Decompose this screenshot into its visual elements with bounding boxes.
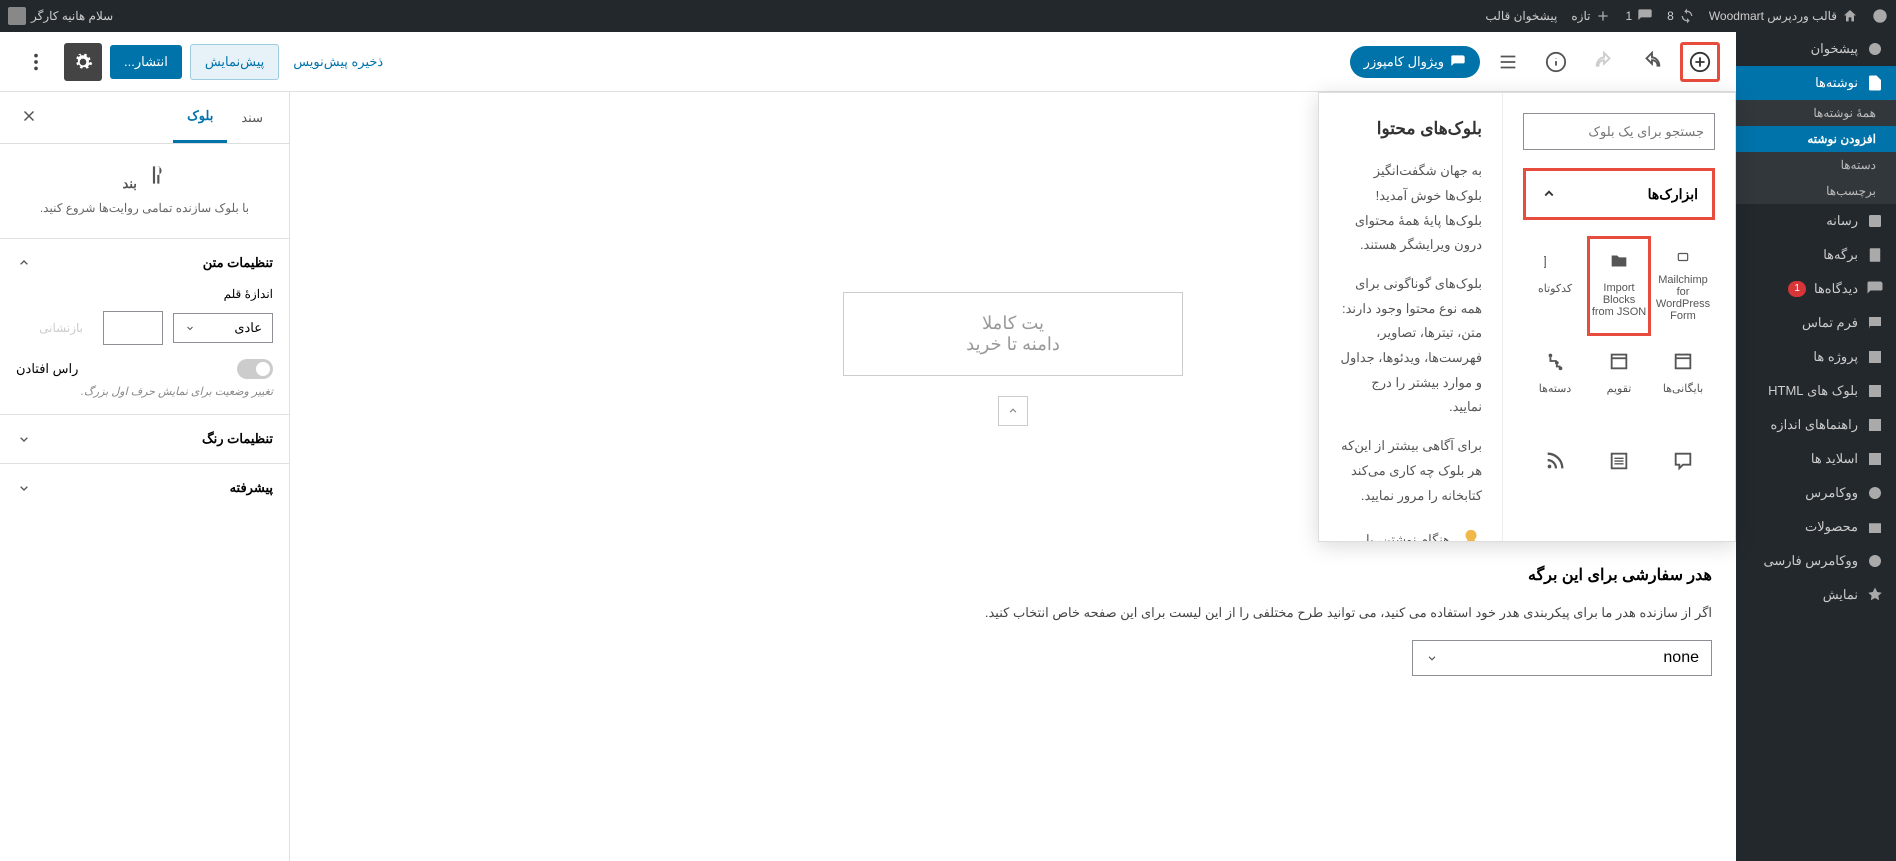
admin-sidebar: پیشخوان نوشته‌ها همۀ نوشته‌ها افزودن نوش… <box>1736 32 1896 861</box>
tab-block[interactable]: بلوک <box>173 92 227 143</box>
tip-icon <box>1460 528 1482 541</box>
settings-gear-button[interactable] <box>64 43 102 81</box>
header-select[interactable]: none <box>1412 640 1712 676</box>
text-settings-panel: تنظیمات متن اندازهٔ قلم عادی بازنشانی را… <box>0 238 289 414</box>
block-calendar[interactable]: تقویم <box>1587 336 1651 436</box>
menu-media[interactable]: رسانه <box>1736 204 1896 238</box>
text-settings-toggle[interactable]: تنظیمات متن <box>0 239 289 287</box>
advanced-toggle[interactable]: پیشرفته <box>0 464 289 512</box>
redo-button[interactable] <box>1584 42 1624 82</box>
comments-count[interactable]: 1 <box>1625 8 1653 24</box>
user-greeting[interactable]: سلام هانیه کارگر <box>8 7 113 25</box>
more-menu-button[interactable] <box>16 42 56 82</box>
sub-tags[interactable]: برچسب‌ها <box>1736 178 1896 204</box>
advanced-panel: پیشرفته <box>0 463 289 512</box>
site-home[interactable]: قالب وردپرس Woodmart <box>1709 8 1858 24</box>
post-title-input[interactable]: یت کاملا دامنه تا خرید <box>843 292 1183 376</box>
block-comments[interactable] <box>1651 436 1715 521</box>
menu-contact[interactable]: فرم تماس <box>1736 306 1896 340</box>
drop-cap-label: راس افتادن <box>16 361 78 377</box>
preview-button[interactable]: پیش‌نمایش <box>190 44 279 80</box>
close-settings-icon[interactable] <box>12 99 46 136</box>
visual-composer-button[interactable]: ویژوال کامپوزر <box>1350 46 1480 78</box>
color-settings-panel: تنظیمات رنگ <box>0 414 289 463</box>
block-archives[interactable]: بایگانی‌ها <box>1651 336 1715 436</box>
menu-comments[interactable]: دیدگاه‌ها1 <box>1736 272 1896 306</box>
menu-woocommerce[interactable]: ووکامرس <box>1736 476 1896 510</box>
posts-submenu: همۀ نوشته‌ها افزودن نوشته دسته‌ها برچسب‌… <box>1736 100 1896 204</box>
paragraph-icon <box>141 162 167 188</box>
outline-button[interactable] <box>1488 42 1528 82</box>
block-import-json[interactable]: Import Blocks from JSON <box>1587 236 1651 336</box>
custom-header-description: اگر از سازنده هدر ما برای پیکربندی هدر خ… <box>314 601 1712 624</box>
editor-header: ویژوال کامپوزر ذخیره پیش‌نویس پیش‌نمایش … <box>0 32 1736 92</box>
wp-logo[interactable] <box>1872 8 1888 24</box>
undo-button[interactable] <box>1632 42 1672 82</box>
sub-all-posts[interactable]: همۀ نوشته‌ها <box>1736 100 1896 126</box>
menu-appearance[interactable]: نمایش <box>1736 578 1896 612</box>
menu-products[interactable]: محصولات <box>1736 510 1896 544</box>
tab-document[interactable]: سند <box>227 94 277 142</box>
block-categories[interactable]: دسته‌ها <box>1523 336 1587 436</box>
updates[interactable]: 8 <box>1667 8 1695 24</box>
inserter-intro: بلوک‌های محتوا به جهان شگفت‌انگیز بلوک‌ه… <box>1319 93 1502 541</box>
menu-slides[interactable]: اسلاید ها <box>1736 442 1896 476</box>
widgets-section-toggle[interactable]: ابزارک‌ها <box>1523 168 1715 220</box>
settings-tabs: سند بلوک <box>0 92 289 144</box>
theme-dashboard[interactable]: پیشخوان قالب <box>1485 9 1557 23</box>
chevron-up-icon <box>1540 185 1558 203</box>
sub-categories[interactable]: دسته‌ها <box>1736 152 1896 178</box>
drop-cap-help: تغییر وضعیت برای نمایش حرف اول بزرگ. <box>16 385 273 398</box>
menu-woo-fa[interactable]: ووکامرس فارسی <box>1736 544 1896 578</box>
custom-header-label: هدر سفارشی برای این برگه <box>314 565 1712 585</box>
menu-html-blocks[interactable]: بلوک های HTML <box>1736 374 1896 408</box>
block-grid: Mailchimp for WordPress Form Import Bloc… <box>1523 236 1715 521</box>
reset-button: بازنشانی <box>29 315 93 341</box>
block-mailchimp[interactable]: Mailchimp for WordPress Form <box>1651 236 1715 336</box>
add-block-button[interactable] <box>1680 42 1720 82</box>
publish-button[interactable]: انتشار... <box>110 45 182 79</box>
menu-projects[interactable]: پروژه ها <box>1736 340 1896 374</box>
menu-size-guides[interactable]: راهنماهای اندازه <box>1736 408 1896 442</box>
block-appender[interactable] <box>998 396 1028 426</box>
menu-posts[interactable]: نوشته‌ها <box>1736 66 1896 100</box>
block-rss[interactable] <box>1523 436 1587 521</box>
intro-title: بلوک‌های محتوا <box>1339 113 1482 145</box>
block-description: با بلوک سازنده تمامی روایت‌ها شروع کنید. <box>18 198 271 220</box>
comments-badge: 1 <box>1788 281 1806 297</box>
color-settings-toggle[interactable]: تنظیمات رنگ <box>0 415 289 463</box>
admin-bar: قالب وردپرس Woodmart 8 1 تازه پیشخوان قا… <box>0 0 1896 32</box>
font-size-select[interactable]: عادی <box>173 313 273 343</box>
info-button[interactable] <box>1536 42 1576 82</box>
settings-sidebar: سند بلوک بند با بلوک سازنده تمامی روایت‌… <box>0 92 290 861</box>
block-shortcode[interactable]: [/]کدکوتاه <box>1523 236 1587 336</box>
block-search-input[interactable] <box>1523 113 1715 150</box>
font-size-input[interactable] <box>103 311 163 345</box>
drop-cap-toggle[interactable] <box>237 359 273 379</box>
block-info: بند با بلوک سازنده تمامی روایت‌ها شروع ک… <box>0 144 289 238</box>
font-size-label: اندازهٔ قلم <box>16 287 273 301</box>
sub-add-new[interactable]: افزودن نوشته <box>1736 126 1896 152</box>
menu-dashboard[interactable]: پیشخوان <box>1736 32 1896 66</box>
editor: ویژوال کامپوزر ذخیره پیش‌نویس پیش‌نمایش … <box>0 32 1736 861</box>
avatar <box>8 7 26 25</box>
block-list[interactable] <box>1587 436 1651 521</box>
save-draft-button[interactable]: ذخیره پیش‌نویس <box>287 45 389 79</box>
block-inserter-panel: ابزارک‌ها Mailchimp for WordPress Form I… <box>1318 92 1736 542</box>
new-content[interactable]: تازه <box>1571 8 1611 24</box>
menu-pages[interactable]: برگه‌ها <box>1736 238 1896 272</box>
svg-text:[/]: [/] <box>1544 254 1547 269</box>
block-name: بند <box>123 176 137 192</box>
